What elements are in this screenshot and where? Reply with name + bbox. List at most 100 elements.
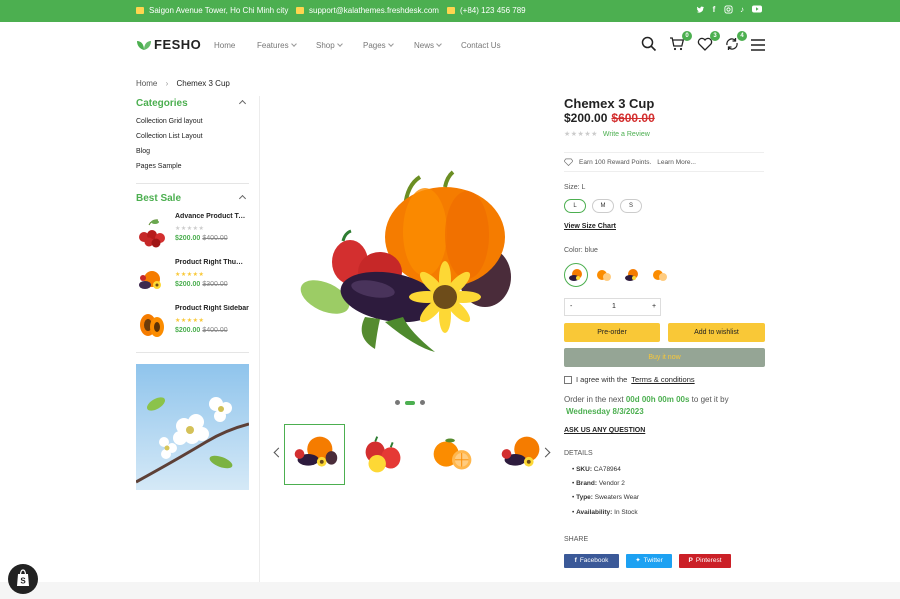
write-review-link[interactable]: Write a Review bbox=[603, 131, 650, 138]
size-option-l[interactable]: L bbox=[564, 199, 586, 213]
detail-value: In Stock bbox=[614, 509, 638, 516]
compare-icon[interactable]: 4 bbox=[724, 31, 747, 54]
countdown-timer: 00d 00h 00m 00s bbox=[625, 395, 690, 404]
sidebar-divider bbox=[259, 96, 260, 582]
nav-home[interactable]: Home bbox=[214, 41, 235, 50]
share-title: SHARE bbox=[564, 536, 589, 543]
twitter-icon[interactable] bbox=[695, 5, 705, 15]
size-option-s[interactable]: S bbox=[620, 199, 642, 213]
nav-label: Features bbox=[257, 41, 289, 50]
breadcrumb-current: Chemex 3 Cup bbox=[176, 79, 230, 88]
category-link[interactable]: Collection List Layout bbox=[136, 133, 203, 140]
twitter-icon: ✦ bbox=[635, 557, 641, 564]
search-icon[interactable] bbox=[641, 36, 659, 54]
terms-link[interactable]: Terms & conditions bbox=[631, 375, 694, 384]
color-swatch[interactable] bbox=[564, 263, 588, 287]
carousel-dot[interactable] bbox=[420, 400, 425, 405]
nav-features[interactable]: Features bbox=[257, 41, 297, 50]
pre-order-button[interactable]: Pre-order bbox=[564, 323, 660, 342]
color-label: Color: blue bbox=[564, 247, 598, 254]
thumbnail-vegetables[interactable] bbox=[284, 424, 345, 485]
share-facebook-button[interactable]: f Facebook bbox=[564, 554, 619, 568]
detail-value: Sweaters Wear bbox=[594, 494, 640, 501]
category-link[interactable]: Collection Grid layout bbox=[136, 118, 203, 125]
best-sale-title: Best Sale bbox=[136, 193, 182, 204]
best-sale-heading[interactable]: Best Sale bbox=[136, 193, 249, 204]
terms-agreement: I agree with the Terms & conditions bbox=[564, 375, 695, 384]
quantity-stepper[interactable]: - 1 + bbox=[564, 298, 661, 316]
nav-news[interactable]: News bbox=[414, 41, 442, 50]
nav-shop[interactable]: Shop bbox=[316, 41, 343, 50]
nav-pages[interactable]: Pages bbox=[363, 41, 394, 50]
quantity-plus-button[interactable]: + bbox=[652, 303, 656, 310]
thumbnail-orange[interactable] bbox=[422, 424, 483, 485]
sidebar-banner-image[interactable] bbox=[136, 364, 249, 490]
chevron-left-icon[interactable] bbox=[273, 447, 284, 458]
quantity-minus-button[interactable]: - bbox=[570, 303, 572, 310]
cart-icon[interactable]: 0 bbox=[669, 31, 692, 54]
size-chart-link[interactable]: View Size Chart bbox=[564, 223, 616, 230]
share-twitter-button[interactable]: ✦ Twitter bbox=[626, 554, 672, 568]
add-to-wishlist-button[interactable]: Add to wishlist bbox=[668, 323, 765, 342]
best-sale-item[interactable]: Product Right Sidebar ★★★★★ $200.00 $400.… bbox=[136, 305, 249, 347]
youtube-icon[interactable] bbox=[752, 5, 762, 15]
menu-icon[interactable] bbox=[751, 38, 769, 56]
chevron-down-icon bbox=[290, 41, 297, 47]
best-sale-item[interactable]: Advance Product Type ★★★★★ $200.00 $400.0… bbox=[136, 213, 249, 255]
old-price: $400.00 bbox=[202, 327, 228, 334]
review-row: ★★★★★ Write a Review bbox=[564, 130, 650, 138]
category-link[interactable]: Blog bbox=[136, 148, 150, 155]
best-sale-title[interactable]: Advance Product Type bbox=[175, 213, 249, 220]
instagram-icon[interactable] bbox=[723, 5, 733, 15]
size-option-m[interactable]: M bbox=[592, 199, 614, 213]
pinterest-icon: P bbox=[688, 557, 693, 564]
best-sale-item[interactable]: Product Right Thumbnails ★★★★★ $200.00$3… bbox=[136, 259, 249, 301]
swatch-vegetables-image bbox=[569, 269, 582, 281]
terms-checkbox[interactable] bbox=[564, 375, 572, 384]
product-main-image[interactable] bbox=[285, 137, 535, 362]
email-info[interactable]: support@kalathemes.freshdesk.com bbox=[296, 6, 439, 15]
categories-heading[interactable]: Categories bbox=[136, 98, 249, 109]
logo[interactable]: FESHO bbox=[136, 37, 201, 52]
wishlist-icon[interactable]: 3 bbox=[697, 31, 720, 54]
facebook-icon: f bbox=[574, 557, 577, 564]
chevron-up-icon[interactable] bbox=[238, 99, 247, 108]
nav-label: Shop bbox=[316, 41, 335, 50]
color-swatch[interactable] bbox=[592, 263, 616, 287]
share-label: Facebook bbox=[579, 557, 609, 564]
phone-info[interactable]: (+84) 123 456 789 bbox=[447, 6, 526, 15]
breadcrumb-home[interactable]: Home bbox=[136, 79, 157, 88]
thumbnail-vegetables[interactable] bbox=[491, 424, 552, 485]
chevron-up-icon[interactable] bbox=[238, 194, 247, 203]
quantity-input[interactable]: 1 bbox=[612, 303, 616, 310]
svg-text:S: S bbox=[20, 577, 26, 586]
share-pinterest-button[interactable]: P Pinterest bbox=[679, 554, 731, 568]
breadcrumb: Home › Chemex 3 Cup bbox=[136, 79, 230, 88]
tiktok-icon[interactable]: ♪ bbox=[737, 5, 747, 15]
detail-key: Brand: bbox=[576, 480, 598, 487]
color-swatch[interactable] bbox=[620, 263, 644, 287]
carousel-dot[interactable] bbox=[395, 400, 400, 405]
category-link[interactable]: Pages Sample bbox=[136, 163, 182, 170]
facebook-icon[interactable]: f bbox=[709, 5, 719, 15]
delivery-date: Wednesday 8/3/2023 bbox=[566, 407, 644, 416]
thumbnail-peppers[interactable] bbox=[353, 424, 414, 485]
phone-text[interactable]: (+84) 123 456 789 bbox=[460, 6, 526, 15]
ask-question-link[interactable]: ASK US ANY QUESTION bbox=[564, 427, 645, 434]
nav-contact-us[interactable]: Contact Us bbox=[461, 41, 501, 50]
compare-count-badge: 4 bbox=[737, 31, 747, 41]
shopify-badge-icon[interactable]: S bbox=[8, 564, 38, 594]
nav-label: News bbox=[414, 41, 435, 50]
color-swatch[interactable] bbox=[648, 263, 672, 287]
old-price: $300.00 bbox=[202, 281, 228, 288]
learn-more-link[interactable]: Learn More... bbox=[657, 159, 696, 166]
cart-count-badge: 0 bbox=[682, 31, 692, 41]
best-sale-title[interactable]: Product Right Sidebar bbox=[175, 305, 249, 312]
buy-now-button[interactable]: Buy it now bbox=[564, 348, 765, 367]
best-sale-title[interactable]: Product Right Thumbnails bbox=[175, 259, 249, 266]
swatch-vegetables-image bbox=[625, 269, 638, 281]
carousel-dot-active[interactable] bbox=[405, 400, 415, 405]
price: $200.00 bbox=[564, 111, 608, 125]
email-text[interactable]: support@kalathemes.freshdesk.com bbox=[309, 6, 439, 15]
detail-value: CA78964 bbox=[593, 466, 621, 473]
